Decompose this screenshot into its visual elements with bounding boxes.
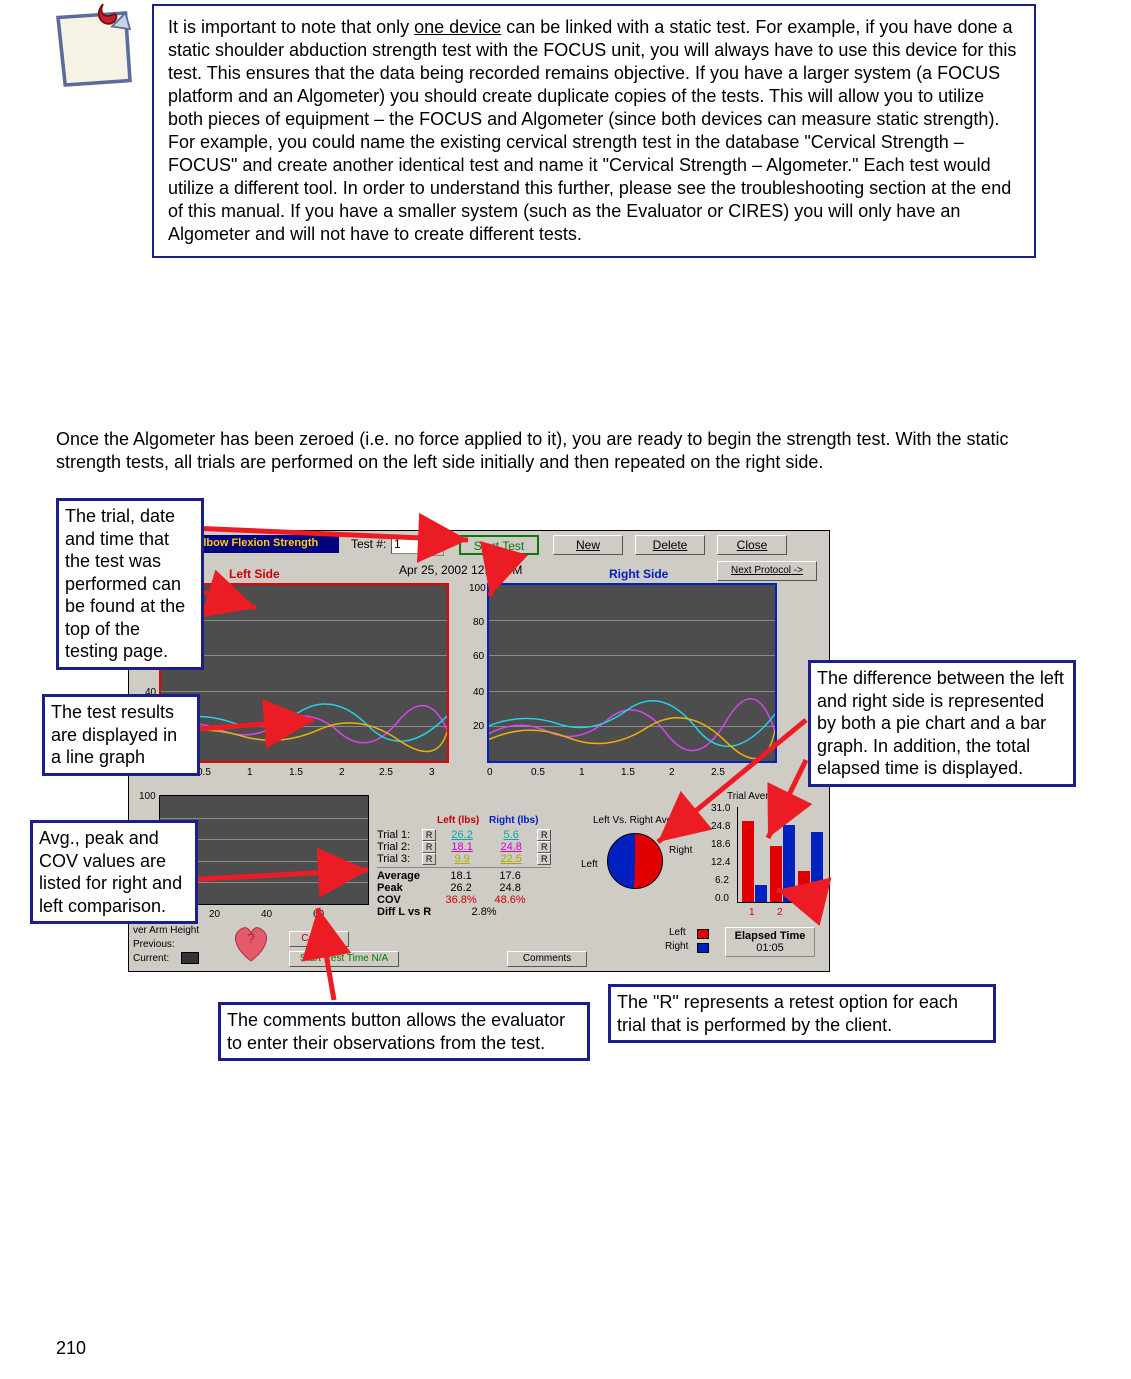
trial-row-2: Trial 2: R 18.1 24.8 R — [377, 841, 551, 853]
arm-height-label: ver Arm Height — [133, 925, 199, 936]
legend-left-swatch — [697, 929, 709, 939]
note-icon — [48, 4, 140, 94]
trial-row-1: Trial 1: R 26.2 5.6 R — [377, 829, 551, 841]
trial-right-header: Right (lbs) — [489, 815, 538, 826]
note-box: It is important to note that only one de… — [152, 4, 1036, 258]
test-num-label: Test #: — [351, 537, 386, 551]
note-text-2: can be linked with a static test. For ex… — [168, 17, 1016, 244]
callout-trial-date: The trial, date and time that the test w… — [56, 498, 204, 670]
elapsed-time-box: Elapsed Time01:05 — [725, 927, 815, 957]
callout-retest: The "R" represents a retest option for e… — [608, 984, 996, 1043]
pie-chart — [607, 833, 663, 889]
comments-button[interactable]: Comments — [507, 951, 587, 967]
legend-right-swatch — [697, 943, 709, 953]
right-side-label: Right Side — [609, 567, 668, 581]
previous-label: Previous: — [133, 939, 175, 950]
lvr-label: Left Vs. Right Average — [593, 815, 692, 826]
bar-chart — [737, 807, 817, 903]
callout-avg: Avg., peak and COV values are listed for… — [30, 820, 198, 924]
note-text: It is important to note that only — [168, 17, 414, 37]
left-side-label: Left Side — [229, 567, 280, 581]
svg-text:?: ? — [247, 930, 255, 946]
trial-row-3: Trial 3: R 9.9 22.5 R — [377, 853, 551, 865]
pie-right-label: Right — [669, 845, 692, 856]
retest-button[interactable]: R — [537, 829, 551, 841]
new-button[interactable]: New — [553, 535, 623, 555]
stats-diff-row: Diff L vs R 2.8% — [377, 906, 551, 918]
current-label: Current: — [133, 953, 169, 964]
delete-button[interactable]: Delete — [635, 535, 705, 555]
trial-left-header: Left (lbs) — [437, 815, 479, 826]
test-num-input[interactable]: 1 ▲▼ — [391, 536, 431, 554]
app-window: Static Elbow Flexion Strength Test #: 1 … — [128, 530, 830, 972]
trial-table: Trial 1: R 26.2 5.6 R Trial 2: R 18.1 24… — [377, 829, 551, 918]
note-underline: one device — [414, 17, 501, 37]
stats-cov-row: COV 36.8% 48.6% — [377, 894, 551, 906]
retest-button[interactable]: R — [422, 841, 436, 853]
pie-left-label: Left — [581, 859, 598, 870]
stats-average-row: Average 18.1 17.6 — [377, 867, 551, 882]
right-line-graph — [487, 583, 777, 763]
datetime-text: Apr 25, 2002 12:43 PM — [399, 563, 522, 577]
start-test-button[interactable]: Start Test — [459, 535, 539, 555]
legend-right-label: Right — [665, 941, 688, 952]
page-number: 210 — [56, 1338, 86, 1359]
next-protocol-button[interactable]: Next Protocol -> — [717, 561, 817, 581]
callout-line-graph: The test results are displayed in a line… — [42, 694, 200, 776]
retest-button[interactable]: R — [537, 853, 551, 865]
test-num-value: 1 — [394, 537, 401, 551]
legend-left-label: Left — [669, 927, 686, 938]
trial-avg-label: Trial Average — [727, 791, 785, 802]
callout-diff: The difference between the left and righ… — [808, 660, 1076, 787]
retest-button[interactable]: R — [422, 853, 436, 865]
paragraph-zeroed: Once the Algometer has been zeroed (i.e.… — [56, 428, 1052, 474]
retest-button[interactable]: R — [422, 829, 436, 841]
retest-button[interactable]: R — [537, 841, 551, 853]
stats-peak-row: Peak 26.2 24.8 — [377, 882, 551, 894]
start-rest-button[interactable]: Start Rest Time N/A — [289, 951, 399, 967]
current-swatch — [181, 952, 199, 964]
capture-button[interactable]: Capture — [289, 931, 349, 947]
callout-comments: The comments button allows the evaluator… — [218, 1002, 590, 1061]
close-button[interactable]: Close — [717, 535, 787, 555]
